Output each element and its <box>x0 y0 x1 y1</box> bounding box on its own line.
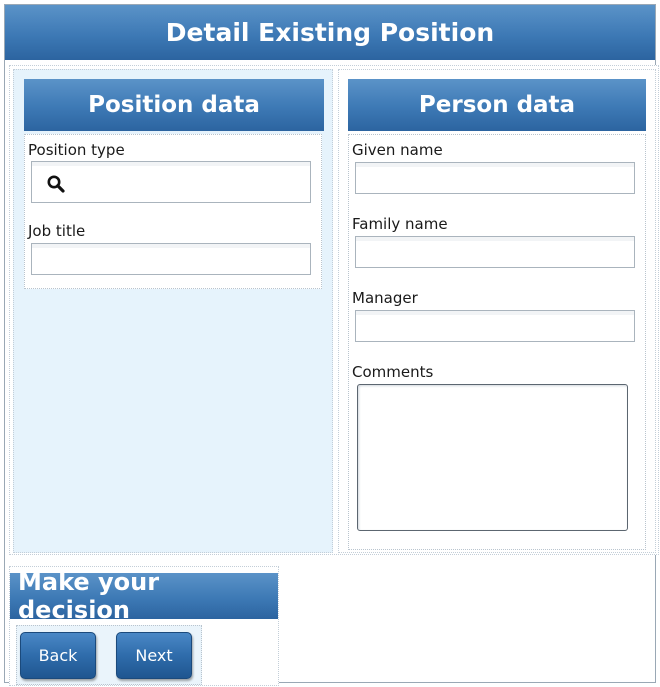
page-title: Detail Existing Position <box>5 5 655 60</box>
decision-section: Make your decision Back Next <box>9 566 279 686</box>
given-name-input[interactable] <box>355 162 635 194</box>
next-button[interactable]: Next <box>116 632 192 679</box>
person-fields-box: Given name Family name Manager Comments <box>348 134 646 550</box>
search-icon[interactable] <box>46 174 66 194</box>
person-data-pane: Person data Given name Family name Manag… <box>338 69 656 553</box>
job-title-label: Job title <box>28 222 86 240</box>
comments-label: Comments <box>352 363 434 381</box>
form-window: Detail Existing Position Position data P… <box>4 4 659 686</box>
manager-label: Manager <box>352 289 418 307</box>
position-fields-box: Position type Job title <box>24 134 322 289</box>
decision-header: Make your decision <box>10 568 278 624</box>
position-type-input[interactable] <box>31 161 311 203</box>
job-title-input[interactable] <box>31 243 311 275</box>
person-data-header: Person data <box>348 79 646 131</box>
decision-buttons-box: Back Next <box>16 625 202 685</box>
given-name-label: Given name <box>352 141 443 159</box>
position-type-label: Position type <box>28 141 125 159</box>
family-name-input[interactable] <box>355 236 635 268</box>
position-data-header: Position data <box>24 79 324 131</box>
comments-textarea[interactable] <box>357 384 628 531</box>
manager-input[interactable] <box>355 310 635 342</box>
back-button[interactable]: Back <box>20 632 96 679</box>
main-content: Position data Position type Job title Pe… <box>9 65 659 555</box>
family-name-label: Family name <box>352 215 448 233</box>
position-data-pane: Position data Position type Job title <box>13 69 333 553</box>
